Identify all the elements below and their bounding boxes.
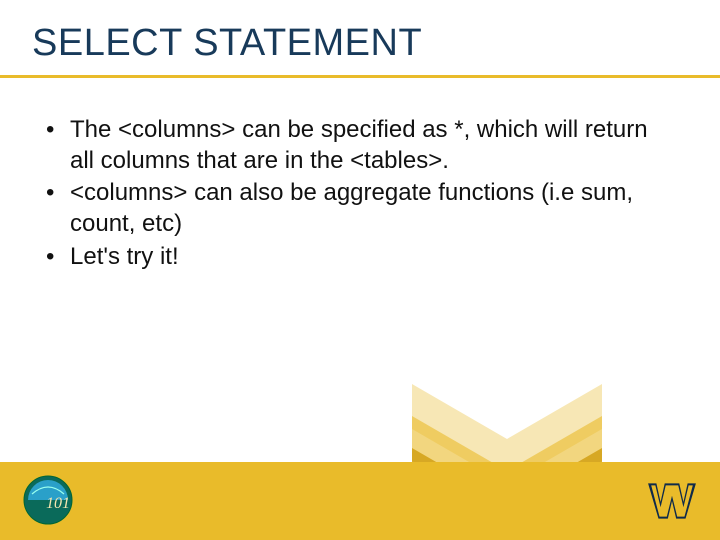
list-item: <columns> can also be aggregate function…	[42, 178, 660, 239]
bullet-text: <columns> can also be aggregate function…	[70, 179, 633, 237]
svg-text:101: 101	[46, 495, 70, 512]
list-item: The <columns> can be specified as *, whi…	[42, 115, 660, 176]
slide: SELECT STATEMENT The <columns> can be sp…	[0, 0, 720, 540]
bullet-text: The <columns> can be specified as *, whi…	[70, 116, 648, 174]
bullet-text: Let's try it!	[70, 243, 179, 270]
slide-body: The <columns> can be specified as *, whi…	[42, 115, 660, 275]
bullet-list: The <columns> can be specified as *, whi…	[42, 115, 660, 273]
footer-band	[0, 462, 720, 540]
wvu-logo-icon	[646, 480, 698, 522]
cs101-logo-icon: 101	[22, 474, 74, 526]
slide-title: SELECT STATEMENT	[32, 22, 688, 65]
list-item: Let's try it!	[42, 242, 660, 273]
title-underline	[0, 75, 720, 78]
